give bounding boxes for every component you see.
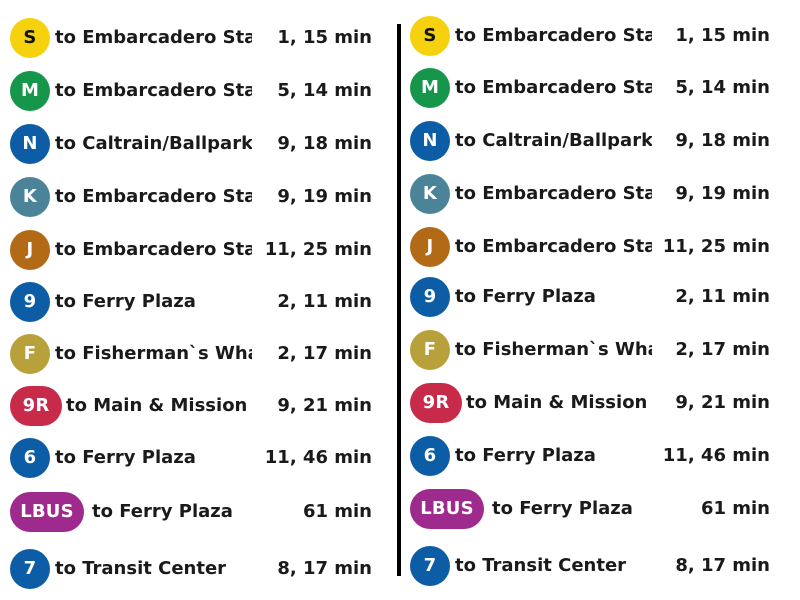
destination-text: to Caltrain/Ballpark bbox=[55, 133, 252, 154]
route-badge: 7 bbox=[410, 546, 450, 586]
departures-panel-right: Sto Embarcadero Stat 1, 15 min Mto Embarca… bbox=[400, 0, 780, 600]
departure-row: Kto Embarcadero Stat 9, 19 min bbox=[400, 170, 780, 218]
arrival-times: 2, 11 min bbox=[675, 286, 770, 307]
destination-text: to Ferry Plaza bbox=[455, 445, 596, 466]
arrival-times: 9, 21 min bbox=[675, 392, 770, 413]
destination-text: to Embarcadero Stat bbox=[55, 186, 252, 207]
departure-row: Nto Caltrain/Ballpark 9, 18 min bbox=[400, 117, 780, 165]
arrival-times: 1, 15 min bbox=[675, 25, 770, 46]
route-badge: 9 bbox=[410, 277, 450, 317]
route-badge: 9 bbox=[10, 282, 50, 322]
route-badge: M bbox=[10, 71, 50, 111]
destination-text: to Fisherman`s Whar bbox=[55, 343, 252, 364]
arrival-times: 1, 15 min bbox=[277, 27, 372, 48]
arrival-times: 61 min bbox=[700, 498, 770, 519]
route-badge: N bbox=[10, 124, 50, 164]
arrival-times: 5, 14 min bbox=[277, 80, 372, 101]
route-badge: 6 bbox=[410, 436, 450, 476]
departure-row: Sto Embarcadero Stat 1, 15 min bbox=[400, 12, 780, 60]
route-badge: LBUS bbox=[10, 492, 84, 532]
departure-row: 9 to Ferry Plaza 2, 11 min bbox=[400, 273, 780, 321]
destination-text: to Embarcadero Stat bbox=[55, 27, 252, 48]
arrival-times: 2, 17 min bbox=[277, 343, 372, 364]
destination-text: to Ferry Plaza bbox=[92, 501, 233, 522]
arrival-times: 11, 46 min bbox=[264, 447, 372, 468]
destination-text: to Main & Mission bbox=[66, 395, 248, 416]
departure-row: Jto Embarcadero Stat 11, 25 min bbox=[0, 226, 380, 274]
arrival-times: 9, 19 min bbox=[277, 186, 372, 207]
arrival-times: 11, 25 min bbox=[662, 236, 770, 257]
route-badge: 7 bbox=[10, 549, 50, 589]
destination-text: to Ferry Plaza bbox=[455, 286, 596, 307]
arrival-times: 9, 18 min bbox=[675, 130, 770, 151]
arrival-times: 61 min bbox=[302, 501, 372, 522]
destination-text: to Embarcadero Stat bbox=[455, 183, 652, 204]
departure-row: Fto Fisherman`s Whar 2, 17 min bbox=[0, 330, 380, 378]
route-badge: 9R bbox=[410, 383, 462, 423]
arrival-times: 8, 17 min bbox=[675, 555, 770, 576]
destination-text: to Caltrain/Ballpark bbox=[455, 130, 652, 151]
route-badge: M bbox=[410, 68, 450, 108]
departure-row: 6 to Ferry Plaza 11, 46 min bbox=[0, 434, 380, 482]
arrival-times: 8, 17 min bbox=[277, 558, 372, 579]
route-badge: K bbox=[410, 174, 450, 214]
arrival-times: 9, 19 min bbox=[675, 183, 770, 204]
destination-text: to Embarcadero Stat bbox=[55, 239, 252, 260]
route-badge: LBUS bbox=[410, 489, 484, 529]
route-badge: S bbox=[410, 16, 450, 56]
route-badge: F bbox=[410, 330, 450, 370]
destination-text: to Transit Center bbox=[55, 558, 227, 579]
arrival-times: 9, 21 min bbox=[277, 395, 372, 416]
destination-text: to Embarcadero Stat bbox=[455, 25, 652, 46]
destination-text: to Ferry Plaza bbox=[492, 498, 633, 519]
destination-text: to Transit Center bbox=[455, 555, 627, 576]
destination-text: to Fisherman`s Whar bbox=[455, 339, 652, 360]
departure-row: Nto Caltrain/Ballpark 9, 18 min bbox=[0, 120, 380, 168]
route-badge: S bbox=[10, 18, 50, 58]
departure-row: Mto Embarcadero Stat 5, 14 min bbox=[0, 67, 380, 115]
destination-text: to Ferry Plaza bbox=[55, 291, 196, 312]
destination-text: to Main & Mission bbox=[466, 392, 648, 413]
destination-text: to Ferry Plaza bbox=[55, 447, 196, 468]
departure-row: 9R to Main & Mission 9, 21 min bbox=[400, 379, 780, 427]
departure-row: Sto Embarcadero Stat 1, 15 min bbox=[0, 14, 380, 62]
arrival-times: 11, 46 min bbox=[662, 445, 770, 466]
departure-row: LBUS to Ferry Plaza 61 min bbox=[400, 485, 780, 533]
departure-row: LBUS to Ferry Plaza 61 min bbox=[0, 488, 380, 536]
departure-row: 9 to Ferry Plaza 2, 11 min bbox=[0, 278, 380, 326]
destination-text: to Embarcadero Stat bbox=[55, 80, 252, 101]
route-badge: 9R bbox=[10, 386, 62, 426]
route-badge: 6 bbox=[10, 438, 50, 478]
route-badge: F bbox=[10, 334, 50, 374]
departure-row: Jto Embarcadero Stat 11, 25 min bbox=[400, 223, 780, 271]
destination-text: to Embarcadero Stat bbox=[455, 236, 652, 257]
route-badge: J bbox=[10, 230, 50, 270]
departure-row: 7 to Transit Center 8, 17 min bbox=[0, 545, 380, 593]
destination-text: to Embarcadero Stat bbox=[455, 77, 652, 98]
departure-row: 6 to Ferry Plaza 11, 46 min bbox=[400, 432, 780, 480]
departure-row: 7 to Transit Center 8, 17 min bbox=[400, 542, 780, 590]
route-badge: J bbox=[410, 227, 450, 267]
arrival-times: 9, 18 min bbox=[277, 133, 372, 154]
arrival-times: 2, 17 min bbox=[675, 339, 770, 360]
departure-row: 9R to Main & Mission 9, 21 min bbox=[0, 382, 380, 430]
arrival-times: 11, 25 min bbox=[264, 239, 372, 260]
departure-row: Mto Embarcadero Stat 5, 14 min bbox=[400, 64, 780, 112]
arrival-times: 5, 14 min bbox=[675, 77, 770, 98]
departure-row: Kto Embarcadero Stat 9, 19 min bbox=[0, 173, 380, 221]
arrival-times: 2, 11 min bbox=[277, 291, 372, 312]
departures-panel-left: Sto Embarcadero Stat 1, 15 min Mto Embarca… bbox=[0, 0, 380, 600]
route-badge: N bbox=[410, 121, 450, 161]
route-badge: K bbox=[10, 177, 50, 217]
departure-row: Fto Fisherman`s Whar 2, 17 min bbox=[400, 326, 780, 374]
